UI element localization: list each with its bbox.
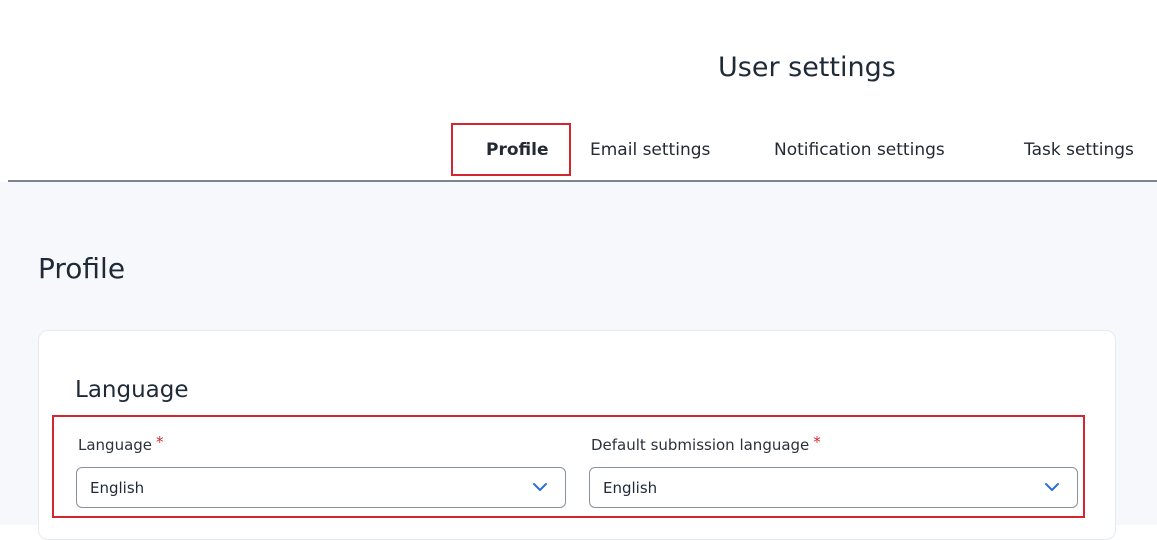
language-label: Language *: [78, 433, 164, 454]
default-submission-language-label-text: Default submission language: [591, 436, 810, 454]
card-title: Language: [75, 377, 189, 403]
language-select[interactable]: English: [76, 467, 566, 508]
tab-notification-settings[interactable]: Notification settings: [774, 140, 945, 160]
profile-tab-highlight: [451, 123, 571, 176]
tab-email-settings[interactable]: Email settings: [590, 140, 710, 160]
language-label-text: Language: [78, 436, 153, 454]
page-header: User settings Profile Email settings Not…: [0, 0, 1157, 182]
tab-task-settings[interactable]: Task settings: [1024, 140, 1134, 160]
chevron-down-icon: [1045, 483, 1059, 491]
default-submission-language-select-value: English: [603, 479, 658, 497]
default-submission-language-label: Default submission language *: [591, 433, 821, 454]
required-marker: *: [156, 433, 164, 451]
page-title: User settings: [718, 52, 896, 83]
language-select-value: English: [90, 479, 145, 497]
section-title: Profile: [38, 252, 126, 285]
default-submission-language-select[interactable]: English: [589, 467, 1078, 508]
chevron-down-icon: [533, 483, 547, 491]
settings-tabs: Profile Email settings Notification sett…: [0, 130, 1157, 180]
required-marker: *: [813, 433, 821, 451]
